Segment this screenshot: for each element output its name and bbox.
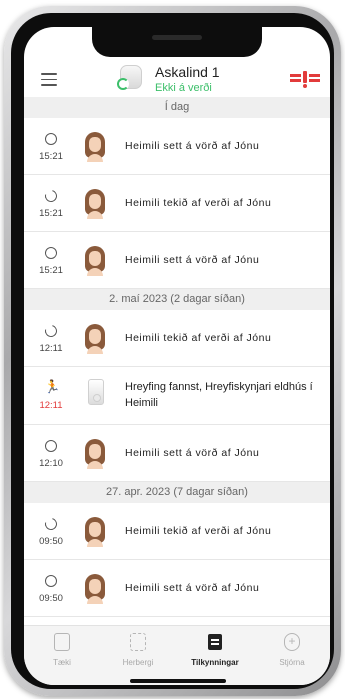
nav-tab-notifications[interactable]: Tilkynningar xyxy=(177,626,253,685)
nav-tab-control[interactable]: Stjórna xyxy=(254,626,330,685)
disarmed-circle-icon xyxy=(42,187,60,205)
user-avatar xyxy=(85,517,105,547)
notification-message: Heimili sett á vörð af Jónu xyxy=(125,254,260,266)
user-avatar xyxy=(85,439,105,469)
nav-label: Tæki xyxy=(53,658,71,667)
armed-circle-icon xyxy=(45,440,57,452)
nav-tab-devices[interactable]: Tæki xyxy=(24,626,100,685)
notification-time: 09:50 xyxy=(39,593,63,604)
control-icon xyxy=(283,633,301,651)
status-ring-icon xyxy=(117,78,129,90)
notification-time: 15:21 xyxy=(39,151,63,162)
armed-circle-icon xyxy=(45,133,57,145)
disarmed-circle-icon xyxy=(42,322,60,340)
notification-row[interactable]: 09:50 Heimili sett á vörð af Jónu xyxy=(24,560,330,617)
app-screen: Askalind 1 Ekki á verði Í dag 15:21 Heim… xyxy=(24,27,330,685)
date-header: 2. maí 2023 (2 dagar síðan) xyxy=(24,289,330,310)
notification-message: Heimili sett á vörð af Jónu xyxy=(125,447,260,459)
notification-row[interactable]: 🏃 12:11 Hreyfing fannst, Hreyfiskynjari … xyxy=(24,367,330,425)
notification-row[interactable]: 12:11 Heimili tekið af verði af Jónu xyxy=(24,310,330,367)
notification-message: Heimili sett á vörð af Jónu xyxy=(125,582,260,594)
notification-row[interactable]: 12:10 Heimili sett á vörð af Jónu xyxy=(24,425,330,482)
camera-notch xyxy=(92,27,262,57)
notification-time: 12:11 xyxy=(39,343,63,354)
armed-circle-icon xyxy=(45,247,57,259)
notification-message: Heimili sett á vörð af Jónu xyxy=(125,140,260,152)
notification-list[interactable]: Í dag 15:21 Heimili sett á vörð af Jónu … xyxy=(24,97,330,625)
speaker-grille xyxy=(152,35,202,40)
nav-tab-rooms[interactable]: Herbergi xyxy=(100,626,176,685)
notification-message: Heimili tekið af verði af Jónu xyxy=(125,332,272,344)
notification-time: 09:50 xyxy=(39,536,63,547)
notification-row[interactable]: 09:50 Heimili tekið af verði af Jónu xyxy=(24,503,330,560)
panel-status: Ekki á verði xyxy=(155,82,212,94)
devices-icon xyxy=(53,633,71,651)
user-avatar xyxy=(85,324,105,354)
home-indicator[interactable] xyxy=(130,679,226,683)
bottom-nav: Tæki Herbergi Tilkynningar Stjórna xyxy=(24,625,330,685)
rooms-icon xyxy=(129,633,147,651)
panel-name[interactable]: Askalind 1 xyxy=(155,64,220,80)
notification-row[interactable]: 15:21 Heimili sett á vörð af Jónu xyxy=(24,232,330,289)
security-panel-icon xyxy=(117,65,145,95)
notification-row[interactable]: 15:21 Heimili sett á vörð af Jónu xyxy=(24,118,330,175)
motion-sensor-image xyxy=(88,379,104,405)
nav-label: Tilkynningar xyxy=(191,658,239,667)
date-header: Í dag xyxy=(24,97,330,118)
notification-message: Heimili tekið af verði af Jónu xyxy=(125,525,272,537)
hamburger-menu-icon[interactable] xyxy=(41,73,57,87)
user-avatar xyxy=(85,574,105,604)
nav-label: Herbergi xyxy=(122,658,154,667)
notification-time: 15:21 xyxy=(39,208,63,219)
notification-time: 12:10 xyxy=(39,458,63,469)
brand-logo-icon xyxy=(290,71,320,88)
notification-message: Heimili tekið af verði af Jónu xyxy=(125,197,272,209)
user-avatar xyxy=(85,189,105,219)
user-avatar xyxy=(85,246,105,276)
notification-time: 15:21 xyxy=(39,265,63,276)
user-avatar xyxy=(85,132,105,162)
motion-runner-icon: 🏃 xyxy=(44,379,61,394)
date-header: 27. apr. 2023 (7 dagar síðan) xyxy=(24,482,330,503)
disarmed-circle-icon xyxy=(42,515,60,533)
notifications-icon xyxy=(206,633,224,651)
notification-message: Hreyfing fannst, Hreyfiskynjari eldhús í… xyxy=(125,381,313,409)
notification-row[interactable]: 15:21 Heimili tekið af verði af Jónu xyxy=(24,175,330,232)
notification-time: 12:11 xyxy=(39,400,63,411)
nav-label: Stjórna xyxy=(279,658,305,667)
armed-circle-icon xyxy=(45,575,57,587)
